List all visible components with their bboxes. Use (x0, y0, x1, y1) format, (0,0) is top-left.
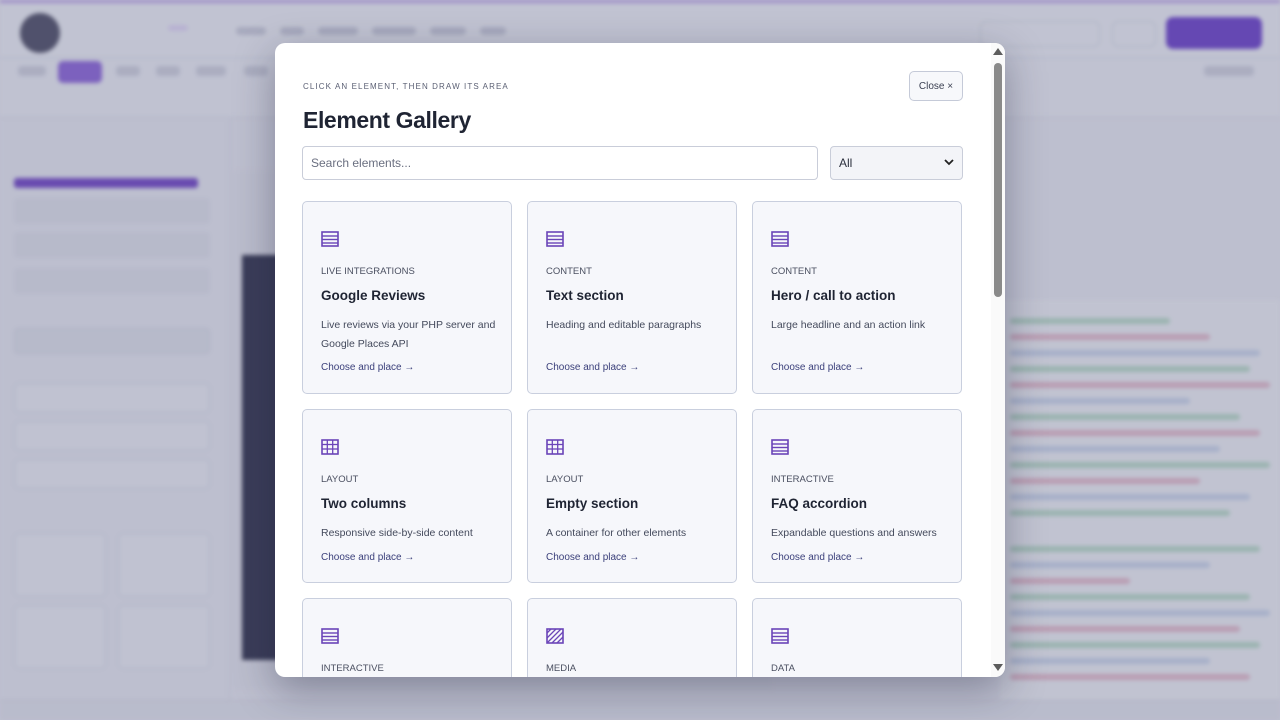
card-category: CONTENT (771, 266, 817, 277)
card-title: Hero / call to action (771, 288, 896, 303)
card-description: Live reviews via your PHP server and Goo… (321, 319, 496, 350)
close-button[interactable]: Close × (909, 71, 963, 101)
card-category: LIVE INTEGRATIONS (321, 266, 415, 277)
modal-scrollbar[interactable] (991, 43, 1005, 677)
filter-value: All (839, 156, 853, 170)
scroll-down-arrow-icon[interactable] (993, 664, 1003, 671)
card-description: A container for other elements (546, 527, 687, 539)
card-category: CONTENT (546, 266, 592, 277)
card-description: Large headline and an action link (771, 319, 926, 331)
gallery-card-hero[interactable]: CONTENT Hero / call to action Large head… (752, 201, 962, 394)
card-category: LAYOUT (321, 474, 359, 485)
list-block-icon (321, 231, 339, 247)
choose-and-place-link[interactable]: Choose and place → (546, 362, 639, 373)
choose-and-place-link[interactable]: Choose and place → (546, 552, 639, 563)
choose-and-place-link[interactable]: Choose and place → (771, 362, 864, 373)
gallery-card-empty-section[interactable]: LAYOUT Empty section A container for oth… (527, 409, 737, 583)
choose-and-place-link[interactable]: Choose and place → (321, 362, 414, 373)
card-category: INTERACTIVE (321, 663, 384, 674)
card-title: Text section (546, 288, 624, 303)
card-title: Google Reviews (321, 288, 426, 303)
card-description: Responsive side-by-side content (321, 527, 473, 539)
card-title: FAQ accordion (771, 496, 868, 511)
card-description: Expandable questions and answers (771, 527, 937, 539)
choose-and-place-link[interactable]: Choose and place → (771, 552, 864, 563)
list-block-icon (771, 628, 789, 644)
card-title: Two columns (321, 496, 407, 511)
card-category: LAYOUT (546, 474, 584, 485)
gallery-card-media[interactable]: MEDIA (527, 598, 737, 677)
gallery-card-text-section[interactable]: CONTENT Text section Heading and editabl… (527, 201, 737, 394)
category-filter-select[interactable]: All (830, 146, 963, 180)
choose-and-place-link[interactable]: Choose and place → (321, 552, 414, 563)
hatched-image-icon (546, 628, 564, 644)
list-block-icon (321, 628, 339, 644)
grid-icon (321, 439, 339, 455)
scroll-up-arrow-icon[interactable] (993, 48, 1003, 55)
search-input[interactable] (302, 146, 818, 180)
gallery-card-two-columns[interactable]: LAYOUT Two columns Responsive side-by-si… (302, 409, 512, 583)
list-block-icon (546, 231, 564, 247)
list-block-icon (771, 439, 789, 455)
gallery-card-faq-accordion[interactable]: INTERACTIVE FAQ accordion Expandable que… (752, 409, 962, 583)
card-description: Heading and editable paragraphs (546, 319, 702, 331)
card-category: MEDIA (546, 663, 577, 674)
card-title: Empty section (546, 496, 639, 511)
element-gallery-modal: CLICK AN ELEMENT, THEN DRAW ITS AREA Ele… (275, 43, 1005, 677)
gallery-card-interactive[interactable]: INTERACTIVE (302, 598, 512, 677)
chevron-down-icon (944, 158, 954, 168)
card-category: DATA (771, 663, 795, 674)
grid-icon (546, 439, 564, 455)
list-block-icon (771, 231, 789, 247)
modal-title: Element Gallery (303, 107, 471, 133)
gallery-card-data[interactable]: DATA (752, 598, 962, 677)
scrollbar-thumb[interactable] (994, 63, 1002, 297)
gallery-card-google-reviews[interactable]: LIVE INTEGRATIONS Google Reviews Live re… (302, 201, 512, 394)
card-category: INTERACTIVE (771, 474, 834, 485)
modal-instruction: CLICK AN ELEMENT, THEN DRAW ITS AREA (303, 82, 509, 91)
